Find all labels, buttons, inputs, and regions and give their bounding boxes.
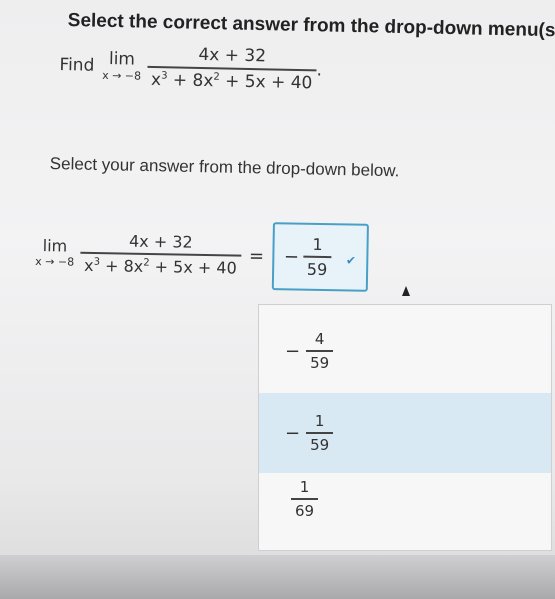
lim-subscript: x → −8: [35, 254, 75, 269]
answer-row: lim x → −8 4x + 32 x3 + 8x2 + 5x + 40 = …: [35, 218, 369, 292]
cursor-icon: [402, 286, 410, 296]
page-title: Select the correct answer from the drop-…: [67, 10, 555, 42]
question-prompt: Find lim x → −8 4x + 32 x3 + 8x2 + 5x + …: [59, 42, 322, 93]
chevron-down-icon[interactable]: ✔: [346, 253, 356, 267]
period: .: [316, 60, 323, 81]
find-label: Find: [59, 54, 95, 76]
dropdown-option[interactable]: − 4 59: [259, 311, 551, 391]
limit-operator: lim x → −8: [102, 49, 142, 83]
selected-sign: −: [283, 245, 300, 268]
lim-text: lim: [42, 236, 68, 256]
limit-operator: lim x → −8: [35, 236, 74, 269]
dropdown-option[interactable]: 1 69: [259, 459, 551, 539]
equals-sign: =: [248, 245, 265, 267]
lim-subscript: x → −8: [102, 69, 142, 84]
dropdown-menu: − 4 59 − 1 59 1 69: [258, 304, 552, 551]
instruction-text: Select your answer from the drop-down be…: [49, 154, 400, 181]
lim-text: lim: [108, 49, 136, 70]
question-fraction: 4x + 32 x3 + 8x2 + 5x + 40: [147, 44, 317, 93]
selected-fraction: 1 59: [303, 235, 332, 279]
answer-fraction: 4x + 32 x3 + 8x2 + 5x + 40: [80, 231, 241, 277]
answer-numerator: 4x + 32: [128, 231, 193, 252]
screen-bezel: [0, 555, 555, 599]
answer-dropdown[interactable]: − 1 59 ✔: [271, 222, 369, 292]
answer-denominator: x3 + 8x2 + 5x + 40: [83, 255, 237, 278]
question-numerator: 4x + 32: [198, 44, 267, 67]
question-denominator: x3 + 8x2 + 5x + 40: [150, 69, 313, 93]
